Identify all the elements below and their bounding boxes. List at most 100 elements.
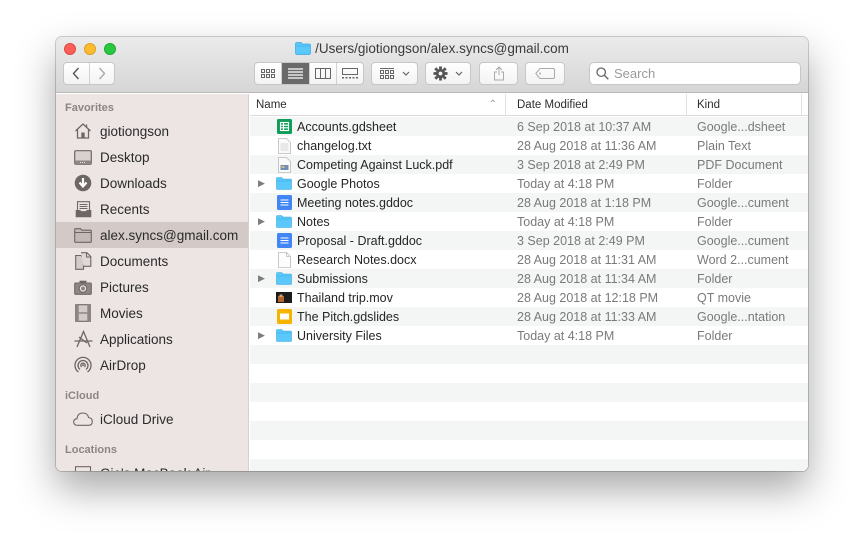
folder-icon <box>276 328 292 344</box>
file-name: Notes <box>297 214 330 229</box>
file-row[interactable]: changelog.txt 28 Aug 2018 at 11:36 AM Pl… <box>250 136 808 155</box>
view-mode-selector <box>254 62 364 85</box>
file-name: The Pitch.gdslides <box>297 309 400 324</box>
file-kind: Google...cument <box>697 195 789 210</box>
file-date-modified: Today at 4:18 PM <box>517 328 615 343</box>
text-file-icon <box>276 137 292 154</box>
list-view-button[interactable] <box>281 63 309 84</box>
file-kind: Plain Text <box>697 138 751 153</box>
sidebar-item-macbook[interactable]: Gio's MacBook Air <box>56 460 248 471</box>
share-icon <box>493 66 504 81</box>
sidebar-item-recents[interactable]: Recents <box>56 196 248 222</box>
file-date-modified: 28 Aug 2018 at 11:33 AM <box>517 309 657 324</box>
sidebar-item-home[interactable]: giotiongson <box>56 118 248 144</box>
sidebar-item-label: Recents <box>100 201 150 217</box>
sidebar-item-documents[interactable]: Documents <box>56 248 248 274</box>
sidebar-item-label: Gio's MacBook Air <box>100 466 210 472</box>
search-field[interactable]: Search <box>589 62 801 85</box>
icon-view-button[interactable] <box>255 63 281 84</box>
file-name: Proposal - Draft.gddoc <box>297 233 423 248</box>
file-row[interactable]: Competing Against Luck.pdf 3 Sep 2018 at… <box>250 155 808 174</box>
empty-row <box>250 364 808 383</box>
sidebar-item-movies[interactable]: Movies <box>56 300 248 326</box>
file-name: Submissions <box>297 271 368 286</box>
sidebar-item-label: AirDrop <box>100 357 146 373</box>
column-view-button[interactable] <box>308 63 336 84</box>
folder-icon <box>295 42 311 60</box>
column-header-name[interactable]: Name ⌃ <box>250 94 506 115</box>
empty-row <box>250 459 808 471</box>
document-icon <box>276 233 292 249</box>
sidebar-item-icloud-drive[interactable]: iCloud Drive <box>56 406 248 432</box>
file-row[interactable]: Proposal - Draft.gddoc 3 Sep 2018 at 2:4… <box>250 231 808 250</box>
chevron-left-icon <box>72 67 80 80</box>
disclosure-triangle-icon[interactable]: ▶ <box>250 330 276 341</box>
laptop-icon <box>73 463 93 471</box>
back-button[interactable] <box>64 63 89 84</box>
file-kind: Google...dsheet <box>697 119 786 134</box>
file-kind: Folder <box>697 214 733 229</box>
file-row[interactable]: ▶ Notes Today at 4:18 PM Folder <box>250 212 808 231</box>
sort-ascending-icon: ⌃ <box>488 99 497 110</box>
group-grid-icon <box>379 68 394 79</box>
group-by-button[interactable] <box>371 62 418 85</box>
sidebar-section-locations: Locations <box>65 444 117 456</box>
file-row[interactable]: Meeting notes.gddoc 28 Aug 2018 at 1:18 … <box>250 193 808 212</box>
sidebar-item-downloads[interactable]: Downloads <box>56 170 248 196</box>
file-row[interactable]: ▶ University Files Today at 4:18 PM Fold… <box>250 326 808 345</box>
downloads-icon <box>73 173 93 193</box>
sidebar-item-airdrop[interactable]: AirDrop <box>56 352 248 378</box>
sidebar-item-pictures[interactable]: Pictures <box>56 274 248 300</box>
file-date-modified: 3 Sep 2018 at 2:49 PM <box>517 157 645 172</box>
file-date-modified: 28 Aug 2018 at 11:31 AM <box>517 252 657 267</box>
disclosure-triangle-icon[interactable]: ▶ <box>250 216 276 227</box>
sidebar-item-label: iCloud Drive <box>100 411 174 427</box>
file-row[interactable]: The Pitch.gdslides 28 Aug 2018 at 11:33 … <box>250 307 808 326</box>
file-row[interactable]: Research Notes.docx 28 Aug 2018 at 11:31… <box>250 250 808 269</box>
folder-icon <box>276 176 292 192</box>
file-name: University Files <box>297 328 382 343</box>
share-button[interactable] <box>479 62 518 85</box>
sidebar-item-desktop[interactable]: Desktop <box>56 144 248 170</box>
file-row[interactable]: ▶ Submissions 28 Aug 2018 at 11:34 AM Fo… <box>250 269 808 288</box>
column-header-kind-label: Kind <box>697 98 721 111</box>
sidebar-section-favorites: Favorites <box>65 102 114 114</box>
search-placeholder: Search <box>614 66 656 81</box>
tag-button[interactable] <box>525 62 565 85</box>
sidebar-item-alex-syncs[interactable]: alex.syncs@gmail.com <box>56 222 248 248</box>
disclosure-triangle-icon[interactable]: ▶ <box>250 178 276 189</box>
empty-row <box>250 421 808 440</box>
window-title-text: /Users/giotiongson/alex.syncs@gmail.com <box>315 41 569 56</box>
file-kind: Folder <box>697 271 733 286</box>
file-row[interactable]: Thailand trip.mov 28 Aug 2018 at 12:18 P… <box>250 288 808 307</box>
column-header-kind[interactable]: Kind <box>687 94 802 115</box>
navigation-buttons <box>63 62 115 85</box>
empty-row <box>250 345 808 364</box>
column-header-name-label: Name <box>256 98 287 111</box>
forward-button[interactable] <box>88 63 115 84</box>
file-name: Thailand trip.mov <box>297 290 393 305</box>
file-kind: Folder <box>697 176 733 191</box>
sidebar-item-label: Desktop <box>100 149 150 165</box>
recents-icon <box>73 199 93 219</box>
column-header-date[interactable]: Date Modified <box>506 94 687 115</box>
disclosure-triangle-icon[interactable]: ▶ <box>250 273 276 284</box>
action-menu-button[interactable] <box>425 62 471 85</box>
titlebar: /Users/giotiongson/alex.syncs@gmail.com <box>56 37 808 93</box>
file-row[interactable]: Accounts.gdsheet 6 Sep 2018 at 10:37 AM … <box>250 117 808 136</box>
sidebar-item-label: Applications <box>100 331 173 347</box>
blank-file-icon <box>276 251 292 268</box>
movie-icon <box>276 290 292 306</box>
empty-row <box>250 402 808 421</box>
file-name: Research Notes.docx <box>297 252 417 267</box>
file-row[interactable]: ▶ Google Photos Today at 4:18 PM Folder <box>250 174 808 193</box>
gear-icon <box>433 66 448 81</box>
sidebar-item-applications[interactable]: Applications <box>56 326 248 352</box>
documents-icon <box>73 251 93 271</box>
file-list: Name ⌃ Date Modified Kind Accounts.gdshe… <box>250 94 808 471</box>
sidebar-item-label: Movies <box>100 305 143 321</box>
gallery-view-button[interactable] <box>335 63 363 84</box>
columns-icon <box>314 68 331 79</box>
sidebar-section-icloud: iCloud <box>65 390 100 402</box>
file-date-modified: 28 Aug 2018 at 12:18 PM <box>517 290 659 305</box>
